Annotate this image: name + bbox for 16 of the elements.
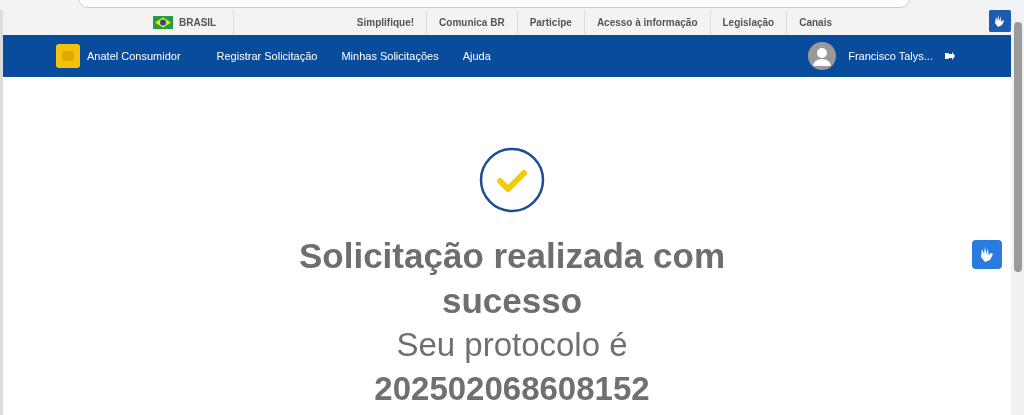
avatar-icon[interactable]	[808, 42, 837, 70]
gov-link[interactable]: Simplifique!	[344, 10, 427, 35]
success-check-icon	[479, 147, 545, 213]
logout-icon[interactable]	[945, 51, 955, 61]
nav-link[interactable]: Ajuda	[462, 50, 491, 62]
country-label[interactable]: BRASIL	[179, 17, 217, 28]
protocol-text: Seu protocolo é 202502068608152	[373, 325, 651, 409]
success-title: Solicitação realizada com sucesso	[298, 235, 726, 322]
app-name[interactable]: Anatel Consumidor	[87, 50, 181, 62]
sign-language-icon[interactable]	[989, 10, 1011, 32]
nav-link[interactable]: Registrar Solicitação	[216, 50, 318, 62]
scrollbar[interactable]	[1011, 10, 1024, 415]
sign-language-icon[interactable]	[972, 240, 1002, 269]
user-name[interactable]: Francisco Talys...	[848, 50, 933, 62]
nav-link[interactable]: Minhas Solicitações	[341, 50, 439, 62]
brazil-flag-icon	[153, 16, 173, 29]
